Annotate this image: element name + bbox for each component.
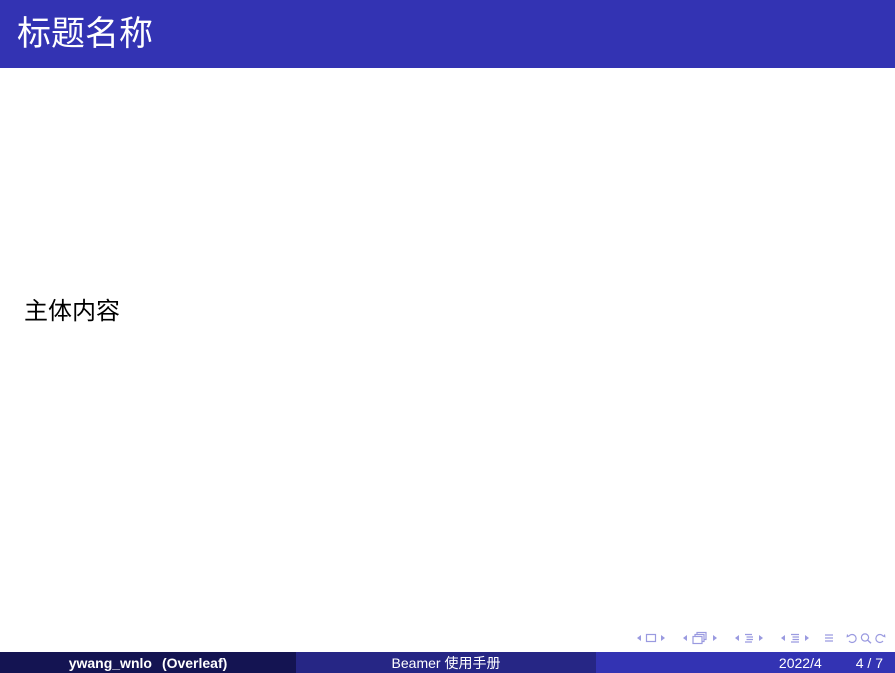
right-arrow-icon[interactable] bbox=[657, 631, 669, 645]
slide: 标题名称 主体内容 ywang_wnlo (Overleaf) Beamer 使… bbox=[0, 0, 895, 673]
subsection-nav[interactable] bbox=[679, 631, 721, 645]
navigation-symbols bbox=[623, 629, 887, 647]
redo-icon[interactable] bbox=[873, 631, 887, 645]
presentation-nav[interactable] bbox=[777, 631, 813, 645]
slide-body-text: 主体内容 bbox=[24, 297, 120, 325]
presentation-lines-icon[interactable] bbox=[789, 631, 801, 645]
left-arrow-icon[interactable] bbox=[777, 631, 789, 645]
search-icon[interactable] bbox=[859, 631, 873, 645]
align-icon[interactable] bbox=[823, 631, 835, 645]
left-arrow-icon[interactable] bbox=[633, 631, 645, 645]
footline: ywang_wnlo (Overleaf) Beamer 使用手册 2022/4… bbox=[0, 652, 895, 673]
frame-title-bar: 标题名称 bbox=[0, 0, 895, 68]
frame-nav[interactable] bbox=[633, 631, 669, 645]
frame-icon[interactable] bbox=[645, 631, 657, 645]
right-arrow-icon[interactable] bbox=[801, 631, 813, 645]
footline-short-title: Beamer 使用手册 bbox=[391, 654, 501, 671]
footline-institute: (Overleaf) bbox=[161, 654, 228, 671]
right-arrow-icon[interactable] bbox=[709, 631, 721, 645]
stacked-frames-icon[interactable] bbox=[691, 631, 709, 645]
section-lines-icon[interactable] bbox=[743, 631, 755, 645]
left-arrow-icon[interactable] bbox=[731, 631, 743, 645]
search-nav[interactable] bbox=[845, 631, 887, 645]
footline-title-box: Beamer 使用手册 bbox=[296, 652, 596, 673]
section-nav[interactable] bbox=[731, 631, 767, 645]
footline-date-box: 2022/4 4 / 7 bbox=[596, 652, 895, 673]
left-arrow-icon[interactable] bbox=[679, 631, 691, 645]
align-nav[interactable] bbox=[823, 631, 835, 645]
right-arrow-icon[interactable] bbox=[755, 631, 767, 645]
footline-author: ywang_wnlo bbox=[68, 654, 152, 671]
footline-page-number: 4 / 7 bbox=[855, 654, 883, 671]
frame-title: 标题名称 bbox=[17, 14, 153, 54]
footline-author-box: ywang_wnlo (Overleaf) bbox=[0, 652, 296, 673]
undo-icon[interactable] bbox=[845, 631, 859, 645]
footline-date: 2022/4 bbox=[778, 654, 822, 671]
